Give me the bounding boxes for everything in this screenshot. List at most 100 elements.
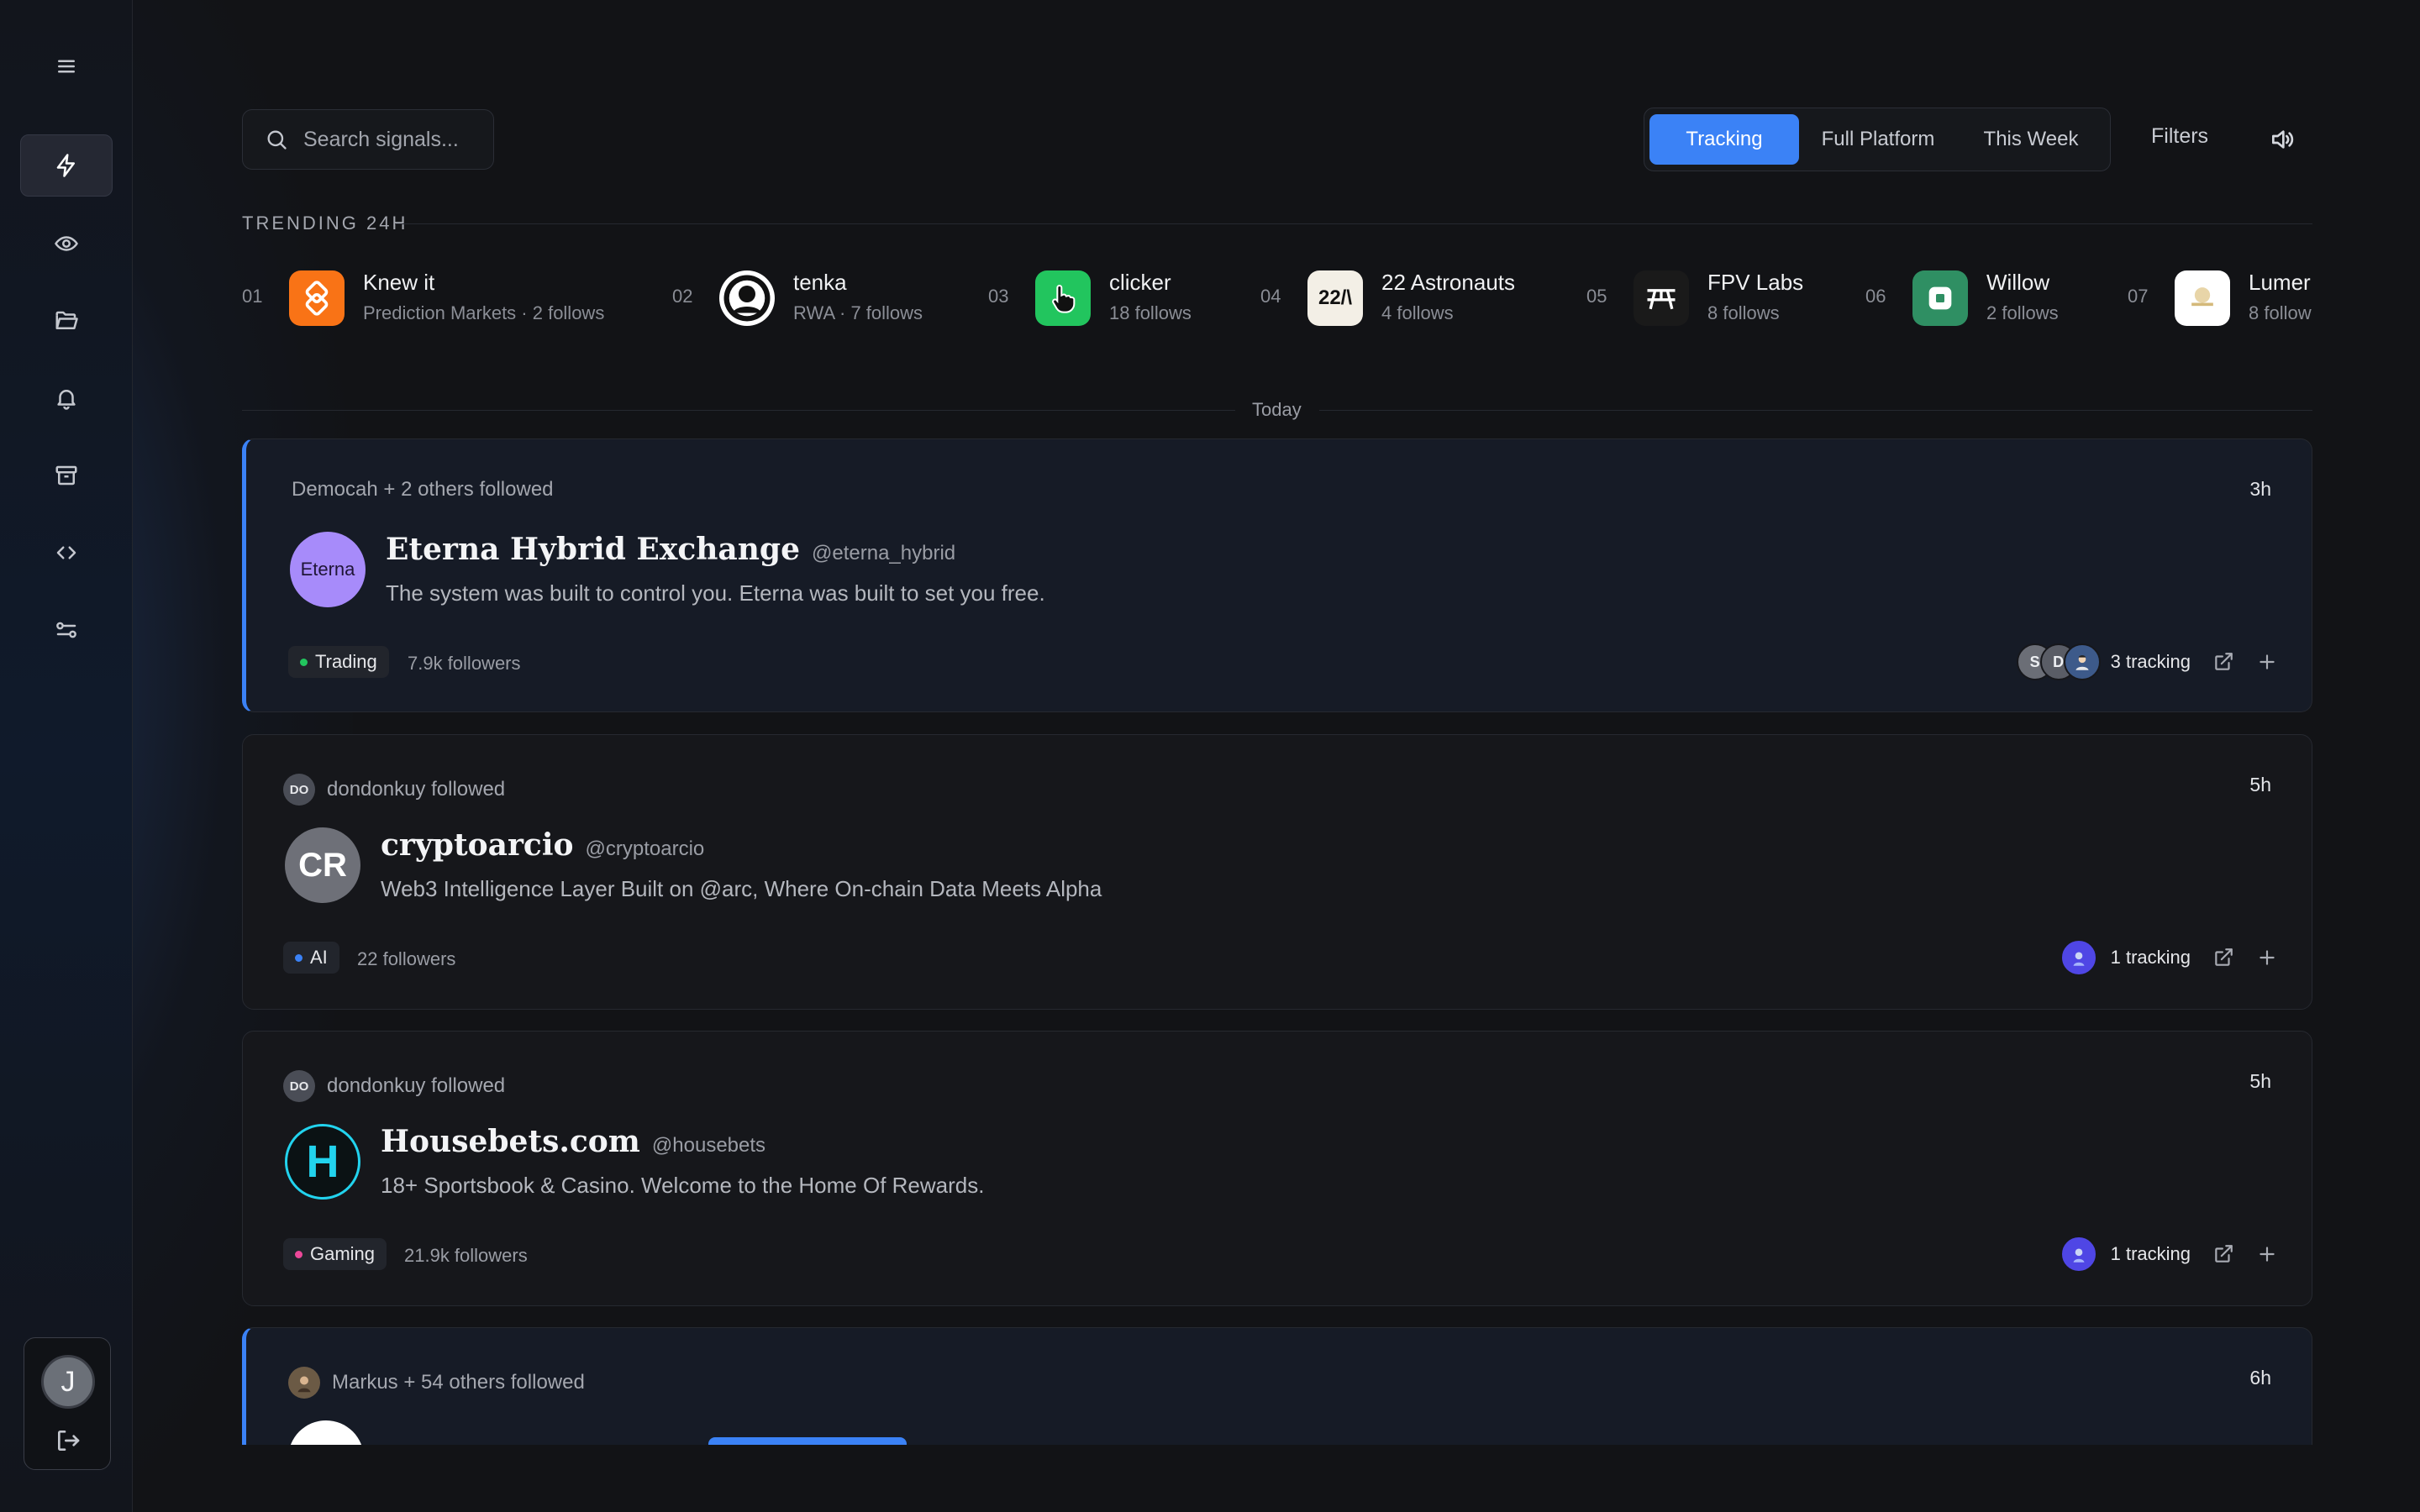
signal-card[interactable]: Markus + 54 others followed 6h bbox=[242, 1327, 2312, 1445]
followed-by-text: Markus + 54 others followed bbox=[332, 1371, 585, 1394]
follower-avatar: DO bbox=[283, 1070, 315, 1102]
archive-icon bbox=[55, 465, 77, 486]
lumer-logo bbox=[2175, 270, 2230, 326]
tag-dot bbox=[295, 1251, 302, 1258]
trending-rank: 02 bbox=[672, 286, 693, 307]
trending-sub: 8 follow bbox=[2249, 302, 2312, 323]
search-icon bbox=[267, 130, 287, 150]
trending-name: Lumer bbox=[2249, 270, 2311, 295]
trending-rank: 04 bbox=[1260, 286, 1281, 307]
tracker-avatars[interactable] bbox=[2060, 939, 2097, 976]
sidebar-item-developer[interactable] bbox=[20, 522, 113, 584]
trending-name: 22 Astronauts bbox=[1381, 270, 1515, 295]
trending-name: tenka bbox=[793, 270, 847, 295]
highlight-badge[interactable] bbox=[708, 1437, 907, 1445]
knew-it-logo bbox=[289, 270, 345, 326]
sidebar-item-signals[interactable] bbox=[20, 134, 113, 197]
tracking-count: 3 tracking bbox=[2110, 651, 2191, 672]
trending-item[interactable]: 01 Knew it Prediction Markets · 2 follow… bbox=[242, 267, 637, 334]
sidebar-item-watching[interactable] bbox=[20, 213, 113, 275]
tracking-info: 1 tracking bbox=[2060, 1233, 2278, 1275]
tab-full-platform[interactable]: Full Platform bbox=[1802, 114, 1954, 165]
add-icon[interactable] bbox=[2256, 651, 2278, 673]
willow-logo bbox=[1912, 270, 1968, 326]
followed-by: Markus + 54 others followed bbox=[288, 1367, 585, 1399]
trending-item[interactable]: 05 FPV Labs 8 follows bbox=[1586, 267, 1872, 334]
project-handle: @cryptoarcio bbox=[585, 837, 705, 860]
menu-button[interactable] bbox=[20, 35, 113, 97]
followed-by: DO dondonkuy followed bbox=[283, 1070, 505, 1102]
user-avatar[interactable]: J bbox=[41, 1355, 95, 1409]
follower-avatar: DO bbox=[283, 774, 315, 806]
sound-toggle[interactable] bbox=[2269, 126, 2296, 153]
sidebar-item-notifications[interactable] bbox=[20, 367, 113, 429]
category-tag[interactable]: AI bbox=[283, 942, 339, 974]
trending-list: 01 Knew it Prediction Markets · 2 follow… bbox=[242, 267, 2312, 334]
timestamp: 6h bbox=[2249, 1367, 2271, 1389]
sidebar-item-archive[interactable] bbox=[20, 444, 113, 507]
project-avatar[interactable]: Eterna bbox=[290, 532, 366, 607]
trending-name: Willow bbox=[1986, 270, 2050, 295]
search-input[interactable] bbox=[303, 127, 471, 152]
project-avatar[interactable]: CR bbox=[285, 827, 360, 903]
project-name[interactable]: Eterna Hybrid Exchange @eterna_hybrid bbox=[386, 532, 955, 567]
follower-count: 22 followers bbox=[357, 948, 456, 969]
tracking-info: 1 tracking bbox=[2060, 937, 2278, 979]
external-link-icon[interactable] bbox=[2212, 651, 2234, 673]
trending-divider bbox=[395, 223, 2312, 224]
search-box[interactable] bbox=[242, 109, 494, 170]
follower-avatar bbox=[288, 1367, 320, 1399]
project-description: The system was built to control you. Ete… bbox=[386, 580, 1045, 606]
trending-item[interactable]: 04 22/\ 22 Astronauts 4 follows bbox=[1260, 267, 1580, 334]
sidebar-item-settings[interactable] bbox=[20, 599, 113, 661]
signal-card[interactable]: DO dondonkuy followed 5h H Housebets.com @… bbox=[242, 1031, 2312, 1306]
add-icon[interactable] bbox=[2256, 947, 2278, 969]
tracking-count: 1 tracking bbox=[2110, 1243, 2191, 1264]
add-icon[interactable] bbox=[2256, 1243, 2278, 1265]
trending-item[interactable]: 02 tenka RWA · 7 follows bbox=[672, 267, 958, 334]
sidebar: J bbox=[0, 0, 133, 1512]
followed-by-text: dondonkuy followed bbox=[327, 778, 506, 801]
project-name-text: Housebets.com bbox=[381, 1124, 640, 1159]
trending-rank: 05 bbox=[1586, 286, 1607, 307]
filters-button[interactable]: Filters bbox=[2151, 124, 2208, 149]
tracker-avatar bbox=[2060, 939, 2097, 976]
tracking-count: 1 tracking bbox=[2110, 947, 2191, 968]
project-name[interactable]: cryptoarcio @cryptoarcio bbox=[381, 827, 704, 863]
signal-card[interactable]: DO dondonkuy followed 5h CR cryptoarcio @c… bbox=[242, 734, 2312, 1010]
user-panel: J bbox=[24, 1337, 111, 1470]
category-tag[interactable]: Gaming bbox=[283, 1238, 387, 1270]
project-description: Web3 Intelligence Layer Built on @arc, W… bbox=[381, 876, 1102, 901]
logout-button[interactable] bbox=[55, 1427, 82, 1454]
day-divider-right bbox=[1319, 410, 2312, 411]
project-avatar[interactable]: H bbox=[285, 1124, 360, 1200]
project-name[interactable]: Housebets.com @housebets bbox=[381, 1124, 765, 1159]
trending-rank: 07 bbox=[2128, 286, 2149, 307]
tracker-avatars[interactable] bbox=[2060, 1236, 2097, 1273]
trending-sub: 4 follows bbox=[1381, 302, 1454, 323]
tag-label: Gaming bbox=[310, 1243, 376, 1264]
project-name-text: cryptoarcio bbox=[381, 827, 574, 863]
tab-tracking[interactable]: Tracking bbox=[1649, 114, 1799, 165]
sidebar-item-folders[interactable] bbox=[20, 290, 113, 352]
trending-name: FPV Labs bbox=[1707, 270, 1804, 295]
followed-by: Democah + 2 others followed bbox=[292, 478, 554, 501]
timestamp: 3h bbox=[2249, 478, 2271, 500]
external-link-icon[interactable] bbox=[2212, 947, 2234, 969]
bell-icon bbox=[57, 390, 76, 410]
tab-this-week[interactable]: This Week bbox=[1957, 114, 2105, 165]
trending-item[interactable]: 03 clicker 18 follows bbox=[988, 267, 1240, 334]
external-link-icon[interactable] bbox=[2212, 1243, 2234, 1265]
tracker-avatars[interactable]: S D bbox=[2016, 643, 2101, 680]
trending-item[interactable]: 07 Lumer 8 follow bbox=[2128, 267, 2312, 334]
trending-rank: 03 bbox=[988, 286, 1009, 307]
signal-card[interactable]: Democah + 2 others followed 3h Eterna Et… bbox=[242, 438, 2312, 712]
day-divider-left bbox=[242, 410, 1235, 411]
trending-sub: 18 follows bbox=[1109, 302, 1192, 323]
tracker-avatar bbox=[2063, 643, 2101, 680]
trending-item[interactable]: 06 Willow 2 follows bbox=[1865, 267, 2118, 334]
followed-by-text: Democah + 2 others followed bbox=[292, 478, 554, 501]
trending-name: Knew it bbox=[363, 270, 435, 295]
category-tag[interactable]: Trading bbox=[288, 646, 389, 678]
project-avatar[interactable] bbox=[288, 1420, 364, 1445]
